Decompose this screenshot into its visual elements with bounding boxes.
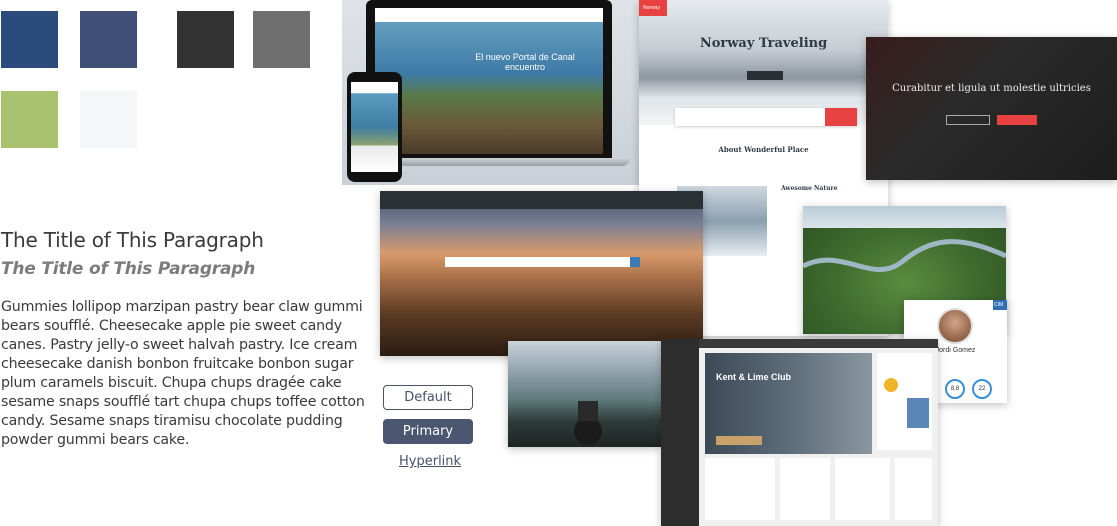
swatch-off-white	[80, 91, 137, 148]
profile-tag: CIM	[993, 300, 1007, 310]
norway-section-title: About Wonderful Place	[718, 145, 809, 154]
laptop-screen-content: El nuevo Portal de Canal encuentro	[375, 8, 603, 154]
primary-button[interactable]: Primary	[383, 419, 473, 444]
weather-icon	[884, 378, 929, 428]
dark-landing-red-button	[997, 115, 1037, 125]
club-dashboard-thumbnail: Kent & Lime Club	[661, 339, 938, 526]
dark-landing-title: Curabitur et ligula ut molestie ultricie…	[892, 83, 1091, 94]
norway-card-title: Awesome Nature	[781, 185, 838, 192]
norway-title: Norway Traveling	[699, 36, 828, 51]
search-icon	[630, 257, 640, 267]
phone-screen	[351, 82, 398, 172]
dark-landing-outline-button	[946, 115, 990, 125]
default-button[interactable]: Default	[383, 385, 473, 410]
swatch-charcoal	[177, 11, 234, 68]
laptop-headline: El nuevo Portal de Canal encuentro	[475, 52, 575, 72]
forest-top-nav	[380, 191, 703, 209]
club-hero-button	[716, 436, 762, 445]
phone-mockup	[347, 72, 402, 182]
norway-search-button	[825, 108, 857, 126]
club-card-3	[835, 458, 890, 520]
binocular-viewer	[574, 401, 602, 445]
sample-paragraph: Gummies lollipop marzipan pastry bear cl…	[1, 299, 365, 448]
swatch-gray	[253, 11, 310, 68]
club-card-2	[780, 458, 830, 520]
club-weather-widget	[877, 353, 932, 450]
norway-search-bar	[675, 108, 857, 126]
hyperlink[interactable]: Hyperlink	[399, 454, 461, 469]
club-card-4	[895, 458, 932, 520]
norway-cta-button	[747, 71, 783, 80]
laptop-screen: El nuevo Portal de Canal encuentro	[366, 0, 612, 160]
sample-subtitle: The Title of This Paragraph	[1, 259, 256, 279]
club-hero-title: Kent & Lime Club	[716, 372, 792, 382]
sample-title: The Title of This Paragraph	[1, 228, 264, 252]
club-hero-banner: Kent & Lime Club	[705, 353, 872, 454]
dark-landing-thumbnail: Curabitur et ligula ut molestie ultricie…	[866, 37, 1117, 180]
mountain-lake-thumbnail	[508, 341, 661, 447]
profile-stat-3: 22	[972, 379, 992, 399]
club-card-1	[705, 458, 775, 520]
norway-logo-badge: Norway	[639, 0, 667, 16]
forest-search-input	[445, 257, 640, 267]
norway-hero-mountains: Norway Norway Traveling	[639, 0, 888, 126]
swatch-olive-green	[1, 91, 58, 148]
swatch-slate-blue	[80, 11, 137, 68]
swatch-navy-blue	[1, 11, 58, 68]
avatar	[937, 308, 973, 344]
laptop-site-nav	[375, 8, 603, 22]
forest-search-thumbnail	[380, 191, 703, 356]
club-topbar	[699, 339, 938, 348]
club-sidebar	[661, 339, 699, 526]
profile-stat-2: 8.8	[945, 379, 965, 399]
